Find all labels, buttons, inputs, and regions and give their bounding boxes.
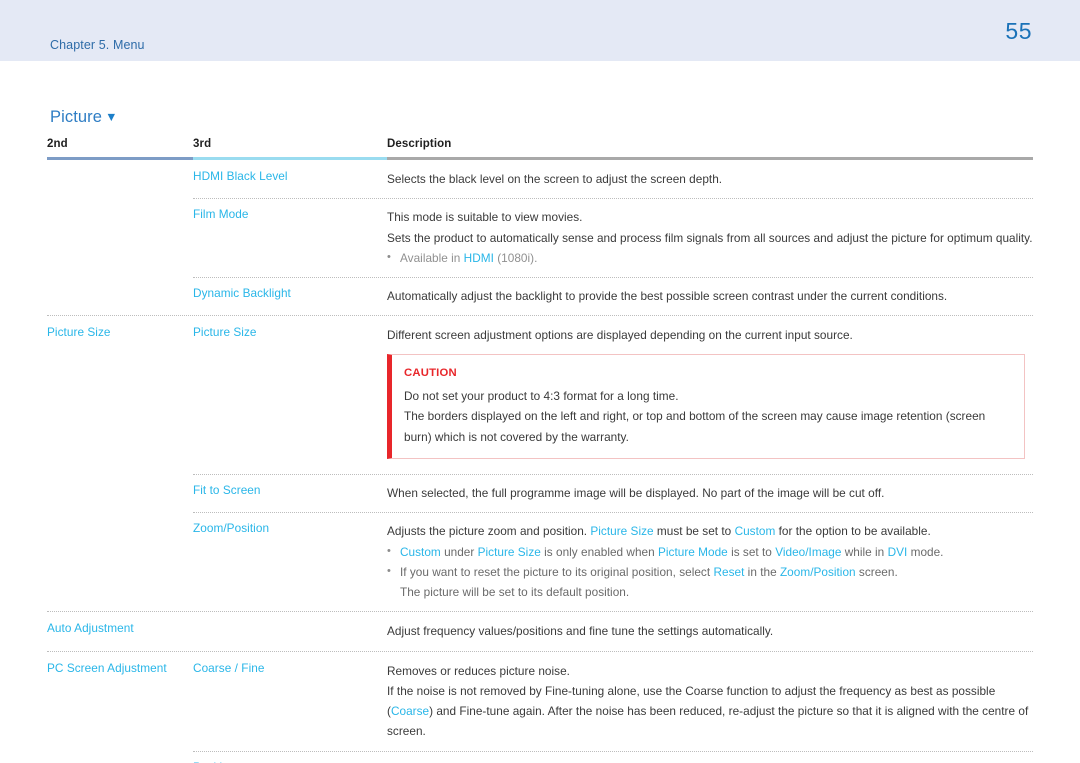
table-body: HDMI Black Level Selects the black level …	[47, 160, 1033, 763]
cell-3rd-label[interactable]: Position	[193, 751, 387, 763]
cell-description: When selected, the full programme image …	[387, 474, 1033, 512]
inline-term: Picture Size	[590, 524, 654, 539]
inline-term: Coarse	[390, 704, 430, 719]
table-row: Auto Adjustment Adjust frequency values/p…	[47, 612, 1033, 652]
inline-text: under	[440, 544, 478, 559]
note-bullet: • Custom under Picture Size is only enabl…	[387, 542, 1033, 562]
inline-text: for the option to be available.	[775, 524, 931, 539]
inline-term: Reset	[713, 564, 745, 579]
cell-2nd-label	[47, 277, 193, 295]
note-text: Custom under Picture Size is only enable…	[400, 542, 1033, 562]
table-row: Zoom/Position Adjusts the picture zoom an…	[47, 512, 1033, 613]
cell-description: To adjust the PC’s screen position if it…	[387, 751, 1033, 763]
table-row: Fit to Screen When selected, the full pro…	[47, 474, 1033, 512]
inline-text: in the	[744, 564, 780, 579]
section-title-text: Picture	[50, 108, 103, 126]
inline-term: Picture Mode	[658, 544, 728, 559]
inline-text: must be set to	[653, 524, 735, 539]
caution-line: The borders displayed on the left and ri…	[404, 409, 986, 444]
column-header-2nd: 2nd	[47, 138, 68, 150]
cell-2nd-label[interactable]: PC Screen Adjustment	[47, 652, 193, 685]
cell-3rd-label	[193, 612, 387, 630]
cell-2nd-label	[47, 751, 193, 763]
bullet-icon: •	[387, 564, 391, 577]
cell-description: This mode is suitable to view movies. Set…	[387, 198, 1033, 277]
caution-line: Do not set your product to 4:3 format fo…	[404, 389, 679, 404]
table-row: Picture Size Picture Size Different screen…	[47, 316, 1033, 474]
cell-description: Adjusts the picture zoom and position. P…	[387, 512, 1033, 611]
inline-text: Adjusts the picture zoom and position.	[387, 524, 591, 539]
inline-text: ) and Fine-tune again. After the noise h…	[387, 704, 1029, 739]
triangle-down-icon: ▼	[105, 110, 118, 124]
table-row: Film Mode This mode is suitable to view m…	[47, 198, 1033, 277]
inline-term: Custom	[734, 524, 776, 539]
caution-title: CAUTION	[404, 366, 457, 379]
cell-description: Automatically adjust the backlight to pr…	[387, 277, 1033, 315]
inline-term: DVI	[887, 544, 908, 559]
column-header-description: Description	[387, 138, 452, 150]
table-row: HDMI Black Level Selects the black level …	[47, 160, 1033, 198]
cell-3rd-label[interactable]: Film Mode	[193, 198, 387, 231]
cell-3rd-label[interactable]: Fit to Screen	[193, 474, 387, 507]
description-line: Removes or reduces picture noise.	[387, 663, 570, 678]
cell-2nd-label	[47, 474, 193, 492]
cell-3rd-label[interactable]: Zoom/Position	[193, 512, 387, 545]
inline-text: is set to	[727, 544, 776, 559]
note-bullet: • If you want to reset the picture to its…	[387, 562, 1033, 582]
inline-text: mode.	[907, 544, 944, 559]
cell-description: Adjust frequency values/positions and fi…	[387, 612, 1033, 650]
inline-term: HDMI	[463, 250, 494, 265]
table-row: PositionTo adjust the PC’s screen positi…	[47, 751, 1033, 763]
inline-term: Zoom/Position	[779, 564, 856, 579]
inline-text: If you want to reset the picture to its …	[400, 564, 714, 579]
inline-text: while in	[841, 544, 888, 559]
cell-3rd-label[interactable]: HDMI Black Level	[193, 160, 387, 193]
column-header-3rd: 3rd	[193, 138, 212, 150]
cell-2nd-label[interactable]: Auto Adjustment	[47, 612, 193, 645]
bullet-icon: •	[387, 544, 391, 557]
description-line: Selects the black level on the screen to…	[387, 172, 723, 186]
inline-term: Custom	[400, 544, 441, 559]
table-row: PC Screen Adjustment Coarse / Fine Removes…	[47, 652, 1033, 751]
caution-callout: CAUTION Do not set your product to 4:3 fo…	[387, 353, 1025, 459]
description-line: Adjusts the picture zoom and position. P…	[387, 521, 1033, 541]
note-text: If you want to reset the picture to its …	[400, 562, 1033, 582]
inline-text: is only enabled when	[540, 544, 659, 559]
table-row: Dynamic Backlight Automatically adjust th…	[47, 277, 1033, 317]
note-bullet: • Available in HDMI (1080i).	[387, 248, 1033, 268]
cell-3rd-label[interactable]: Coarse / Fine	[193, 652, 387, 685]
chapter-label: Chapter 5. Menu	[50, 38, 145, 52]
cell-3rd-label[interactable]: Picture Size	[193, 316, 387, 349]
note-text: Available in HDMI (1080i).	[400, 250, 538, 265]
cell-2nd-label	[47, 198, 193, 216]
inline-term: Video/Image	[775, 544, 842, 559]
description-line: Automatically adjust the backlight to pr…	[387, 289, 948, 304]
cell-2nd-label	[47, 512, 193, 530]
inline-text: screen.	[855, 564, 898, 579]
description-line: Adjust frequency values/positions and fi…	[387, 624, 774, 639]
description-line: Different screen adjustment options are …	[387, 328, 853, 343]
description-line: When selected, the full programme image …	[387, 485, 885, 500]
cell-description: Different screen adjustment options are …	[387, 316, 1033, 474]
table-header: 2nd 3rd Description	[47, 138, 1033, 160]
cell-description: Removes or reduces picture noise. If the …	[387, 652, 1033, 751]
note-continuation: The picture will be set to its default p…	[400, 585, 630, 600]
description-line: This mode is suitable to view movies.	[387, 210, 583, 225]
description-line: If the noise is not removed by Fine-tuni…	[387, 681, 1033, 742]
inline-term: Picture Size	[477, 544, 541, 559]
bullet-icon: •	[387, 250, 391, 263]
description-line: Sets the product to automatically sense …	[387, 230, 1033, 245]
cell-2nd-label[interactable]: Picture Size	[47, 316, 193, 349]
document-page: Chapter 5. Menu 55 Picture ▼ 2nd 3rd Desc…	[0, 0, 1080, 763]
cell-description: Selects the black level on the screen to…	[387, 160, 1033, 198]
page-number: 55	[1005, 18, 1032, 44]
section-title: Picture ▼	[50, 108, 118, 127]
cell-2nd-label	[47, 160, 193, 178]
cell-3rd-label[interactable]: Dynamic Backlight	[193, 277, 387, 310]
menu-table: 2nd 3rd Description HDMI Black Level Sele…	[47, 138, 1033, 763]
page-header-bar	[0, 0, 1080, 61]
